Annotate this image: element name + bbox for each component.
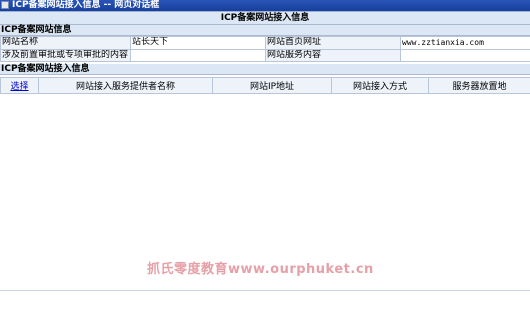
watermark-text: 抓氏零度教育www.ourphuket.cn	[147, 262, 374, 277]
service-content-label: 网站服务内容	[265, 48, 401, 62]
page-title: ICP备案网站接入信息	[0, 11, 530, 25]
site-info-table: 网站名称 站长天下 网站首页网址 www.zztianxia.com 涉及前置审…	[0, 36, 530, 62]
site-info-section-title: ICP备案网站信息	[0, 25, 530, 36]
site-name-label: 网站名称	[0, 36, 131, 50]
access-info-section-title: ICP备案网站接入信息	[0, 64, 530, 75]
homepage-url-value: www.zztianxia.com	[400, 36, 530, 50]
service-content-value	[400, 48, 530, 62]
column-header-ip-address: 网站IP地址	[212, 77, 332, 94]
footer-divider	[0, 290, 530, 291]
access-info-table: 选择 网站接入服务提供者名称 网站IP地址 网站接入方式 服务器放置地	[0, 77, 530, 94]
column-header-select[interactable]: 选择	[0, 77, 39, 94]
table-row: 网站名称 站长天下 网站首页网址 www.zztianxia.com	[0, 36, 530, 50]
homepage-url-label: 网站首页网址	[265, 36, 401, 50]
window-titlebar: ICP备案网站接入信息 -- 网页对话框	[0, 0, 530, 11]
column-header-access-method: 网站接入方式	[331, 77, 429, 94]
approval-content-label: 涉及前置审批或专项审批的内容	[0, 48, 131, 62]
column-header-provider-name: 网站接入服务提供者名称	[38, 77, 213, 94]
approval-content-value	[130, 48, 266, 62]
site-name-value: 站长天下	[130, 36, 266, 50]
dialog-app-icon	[1, 1, 9, 9]
table-header-row: 选择 网站接入服务提供者名称 网站IP地址 网站接入方式 服务器放置地	[0, 77, 530, 94]
table-row: 涉及前置审批或专项审批的内容 网站服务内容	[0, 48, 530, 62]
select-link[interactable]: 选择	[10, 82, 28, 92]
window-title: ICP备案网站接入信息 -- 网页对话框	[12, 0, 160, 10]
column-header-server-location: 服务器放置地	[428, 77, 530, 94]
